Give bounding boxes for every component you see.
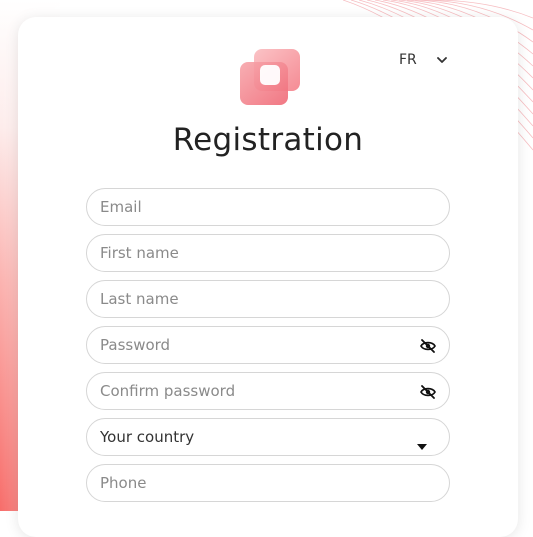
caret-down-icon: [417, 435, 427, 454]
country-select-value: Your country: [100, 428, 195, 446]
eye-slash-icon[interactable]: [420, 384, 436, 403]
country-select[interactable]: Your country: [86, 418, 450, 456]
first-name-field-wrapper: [86, 234, 450, 272]
phone-field-wrapper: [86, 464, 450, 502]
phone-field[interactable]: [87, 465, 449, 501]
eye-slash-icon[interactable]: [420, 338, 436, 357]
logo: [240, 49, 300, 105]
first-name-field[interactable]: [87, 235, 449, 271]
email-field[interactable]: [87, 189, 449, 225]
email-field-wrapper: [86, 188, 450, 226]
confirm-password-field[interactable]: [87, 373, 449, 409]
last-name-field[interactable]: [87, 281, 449, 317]
confirm-password-field-wrapper: [86, 372, 450, 410]
language-selected: FR: [399, 52, 417, 68]
page-title: Registration: [172, 122, 364, 158]
last-name-field-wrapper: [86, 280, 450, 318]
language-selector[interactable]: FR: [399, 52, 447, 68]
password-field[interactable]: [87, 327, 449, 363]
chevron-down-icon: [436, 52, 447, 68]
password-field-wrapper: [86, 326, 450, 364]
